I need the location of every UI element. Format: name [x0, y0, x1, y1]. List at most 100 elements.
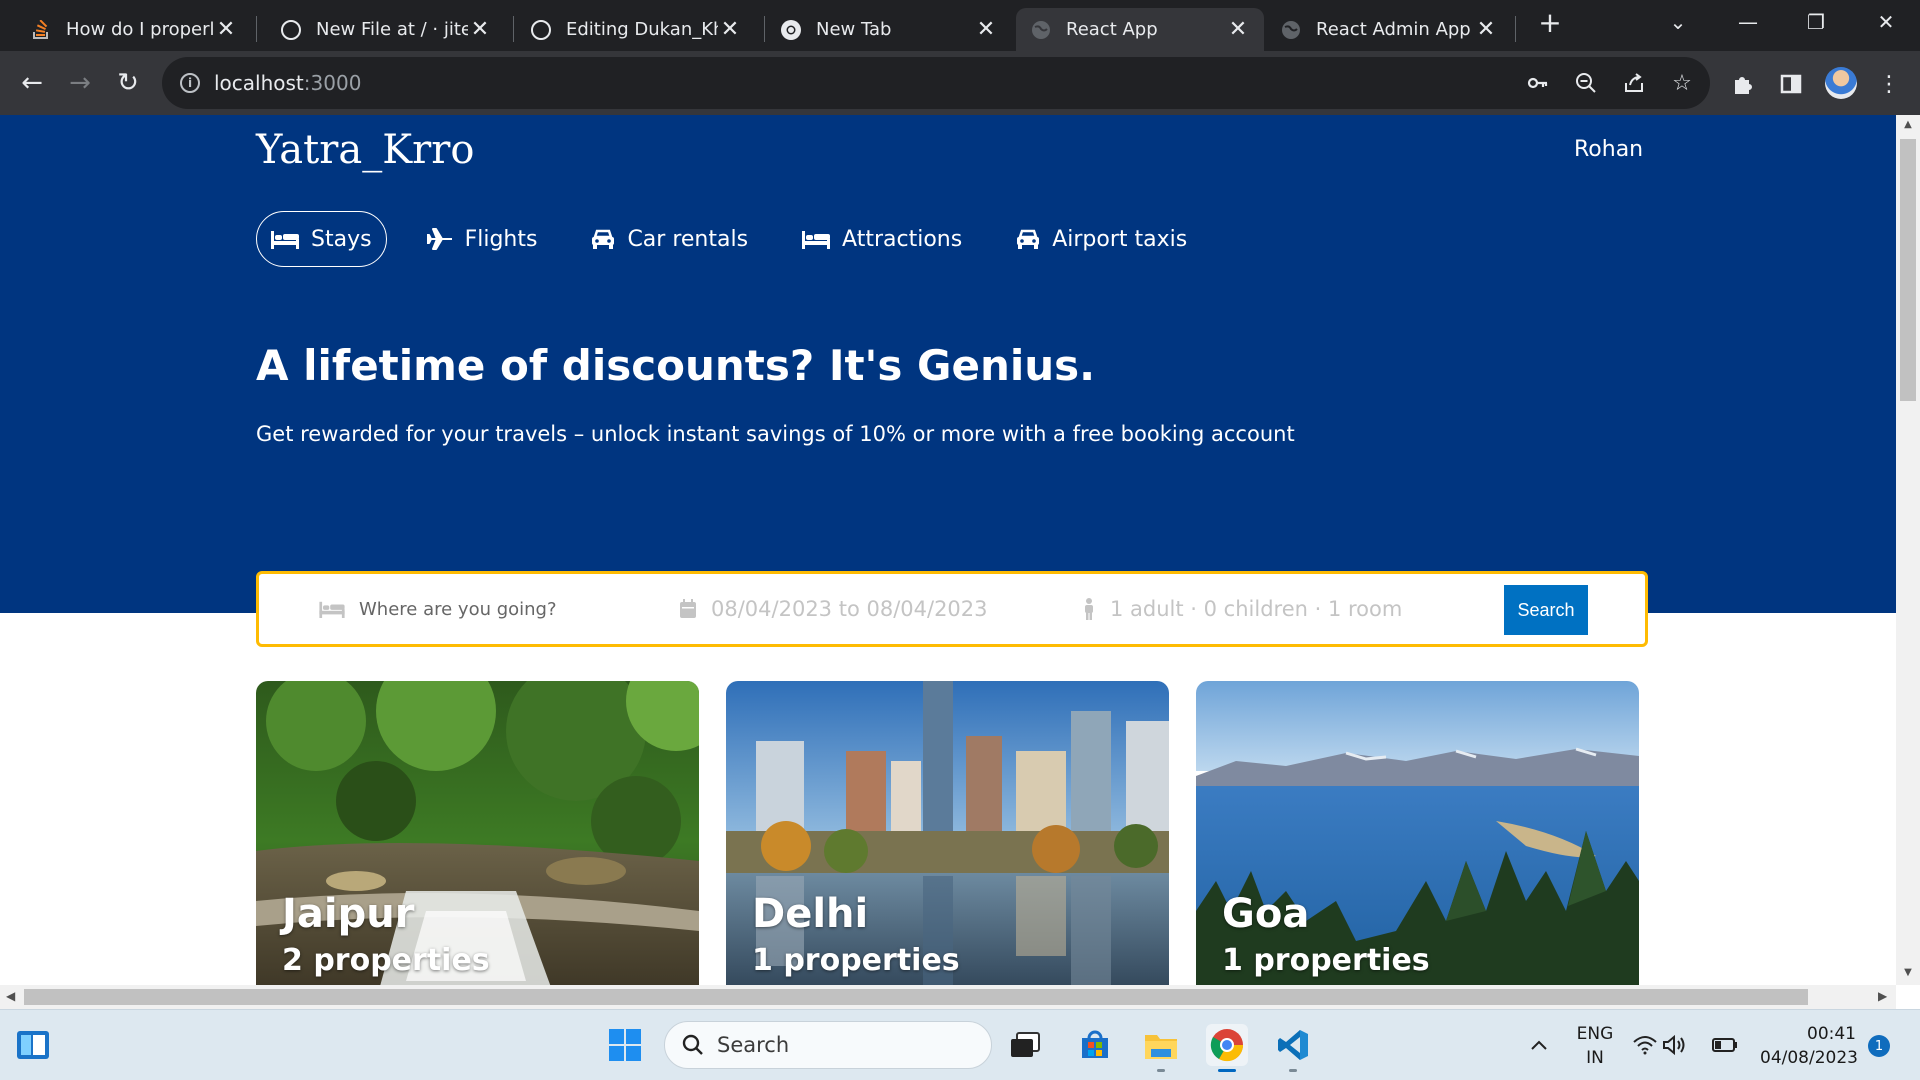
city-card-goa[interactable]: Goa 1 properties — [1196, 681, 1639, 985]
tab-divider — [764, 16, 765, 42]
nav-car-rentals[interactable]: Car rentals — [577, 211, 762, 267]
vertical-scrollbar[interactable]: ▲ ▼ — [1896, 115, 1920, 985]
nav-flights[interactable]: Flights — [413, 211, 552, 267]
region-code: IN — [1586, 1048, 1604, 1068]
clock-time: 00:41 — [1807, 1024, 1856, 1044]
nav-airport-taxis[interactable]: Airport taxis — [1002, 211, 1201, 267]
web-page: Yatra_Krro Rohan Stays Flights Car renta… — [0, 115, 1896, 985]
restore-button[interactable]: ❐ — [1796, 4, 1836, 40]
close-tab-icon[interactable]: ✕ — [718, 17, 742, 42]
city-name: Delhi — [752, 891, 869, 937]
bed-icon — [802, 231, 831, 249]
widgets-icon[interactable] — [12, 1024, 54, 1066]
horizontal-scrollbar[interactable]: ◀ ▶ — [0, 985, 1896, 1009]
vertical-scroll-thumb[interactable] — [1900, 139, 1916, 401]
address-bar[interactable]: i localhost:3000 ☆ — [162, 57, 1710, 109]
browser-menu-icon[interactable]: ⋮ — [1876, 71, 1902, 97]
nav-label: Attractions — [842, 226, 963, 252]
browser-tab-active[interactable]: React App ✕ — [1016, 8, 1264, 51]
site-info-icon[interactable]: i — [180, 73, 200, 93]
taskbar-search-label: Search — [717, 1033, 790, 1057]
close-tab-icon[interactable]: ✕ — [974, 17, 998, 42]
hero-headline: A lifetime of discounts? It's Genius. — [256, 341, 1096, 390]
task-view-icon[interactable] — [1004, 1024, 1046, 1066]
tab-title: React App — [1066, 19, 1158, 40]
file-explorer-icon[interactable] — [1140, 1024, 1182, 1072]
chrome-taskbar-icon[interactable] — [1206, 1024, 1248, 1072]
destination-input[interactable]: Where are you going? — [359, 599, 557, 620]
back-button[interactable]: ← — [12, 63, 52, 103]
battery-icon[interactable] — [1712, 1024, 1738, 1066]
jaipur-image — [256, 681, 699, 985]
key-icon[interactable] — [1526, 71, 1550, 95]
guests-field[interactable]: 1 adult · 0 children · 1 room — [1082, 574, 1402, 644]
close-tab-icon[interactable]: ✕ — [468, 17, 492, 42]
city-card-jaipur[interactable]: Jaipur 2 properties — [256, 681, 699, 985]
date-range-text: 08/04/2023 to 08/04/2023 — [711, 597, 988, 621]
search-icon — [682, 1034, 703, 1055]
browser-tab[interactable]: New File at / · jitend ✕ — [266, 8, 506, 51]
close-tab-icon[interactable]: ✕ — [214, 17, 238, 42]
browser-tab[interactable]: React Admin App ✕ — [1266, 8, 1512, 51]
close-tab-icon[interactable]: ✕ — [1474, 17, 1498, 42]
chrome-icon — [780, 19, 802, 41]
nav-label: Stays — [311, 226, 372, 252]
browser-tab[interactable]: New Tab ✕ — [766, 8, 1012, 51]
wifi-icon[interactable] — [1632, 1024, 1658, 1066]
bed-icon — [271, 231, 299, 249]
forward-button[interactable]: → — [60, 63, 100, 103]
taskbar-search-box[interactable]: Search — [664, 1021, 992, 1069]
goa-image — [1196, 681, 1639, 985]
tab-search-chevron-icon[interactable]: ⌄ — [1658, 4, 1698, 40]
profile-avatar[interactable] — [1825, 67, 1857, 99]
clock-date: 04/08/2023 — [1760, 1048, 1858, 1068]
search-button[interactable]: Search — [1504, 585, 1588, 635]
tab-title: New Tab — [816, 19, 892, 40]
zoom-out-icon[interactable] — [1574, 71, 1598, 95]
globe-icon — [1280, 19, 1302, 41]
new-tab-button[interactable]: + — [1530, 4, 1570, 40]
destination-field[interactable]: Where are you going? — [319, 574, 557, 644]
bed-icon — [319, 601, 345, 618]
property-count: 1 properties — [752, 943, 960, 978]
taskbar-clock[interactable]: 00:41 04/08/2023 — [1760, 1022, 1858, 1070]
date-field[interactable]: 08/04/2023 to 08/04/2023 — [679, 574, 988, 644]
windows-start-icon[interactable] — [604, 1024, 646, 1066]
scroll-right-arrow-icon[interactable]: ▶ — [1878, 989, 1887, 1003]
language-indicator[interactable]: ENG IN — [1575, 1022, 1615, 1070]
scroll-down-arrow-icon[interactable]: ▼ — [1902, 967, 1914, 979]
nav-stays[interactable]: Stays — [256, 211, 387, 267]
browser-toolbar: ← → ↻ i localhost:3000 ☆ ⋮ — [0, 51, 1920, 115]
close-tab-icon[interactable]: ✕ — [1226, 17, 1250, 42]
extensions-puzzle-icon[interactable] — [1730, 71, 1756, 97]
microsoft-store-icon[interactable] — [1074, 1024, 1116, 1066]
windows-taskbar: Search ENG IN 00:41 04/08/2023 1 — [0, 1009, 1920, 1080]
side-panel-icon[interactable] — [1778, 71, 1804, 97]
share-icon[interactable] — [1622, 71, 1646, 95]
volume-icon[interactable] — [1662, 1024, 1688, 1066]
scroll-left-arrow-icon[interactable]: ◀ — [6, 989, 15, 1003]
scroll-up-arrow-icon[interactable]: ▲ — [1902, 119, 1914, 131]
horizontal-scroll-thumb[interactable] — [24, 989, 1808, 1005]
nav-label: Car rentals — [627, 226, 749, 252]
minimize-button[interactable]: — — [1728, 4, 1768, 40]
nav-label: Flights — [464, 226, 538, 252]
user-name[interactable]: Rohan — [1574, 137, 1643, 162]
reload-button[interactable]: ↻ — [108, 63, 148, 103]
tab-title: React Admin App — [1316, 19, 1471, 40]
site-logo[interactable]: Yatra_Krro — [256, 127, 474, 173]
nav-attractions[interactable]: Attractions — [788, 211, 976, 267]
city-name: Jaipur — [282, 891, 415, 937]
show-hidden-icons-chevron-icon[interactable] — [1518, 1024, 1560, 1066]
browser-tab[interactable]: How do I properly f ✕ — [16, 8, 252, 51]
search-bar: Where are you going? 08/04/2023 to 08/04… — [256, 571, 1648, 647]
car-icon — [592, 229, 615, 249]
city-card-delhi[interactable]: Delhi 1 properties — [726, 681, 1169, 985]
url-host: localhost — [214, 71, 304, 95]
bookmark-star-icon[interactable]: ☆ — [1670, 71, 1694, 96]
person-icon — [1085, 598, 1093, 620]
notification-badge[interactable]: 1 — [1868, 1035, 1890, 1057]
close-window-button[interactable]: ✕ — [1866, 4, 1906, 40]
vscode-icon[interactable] — [1272, 1024, 1314, 1072]
browser-tab[interactable]: Editing Dukan_Khat ✕ — [516, 8, 756, 51]
